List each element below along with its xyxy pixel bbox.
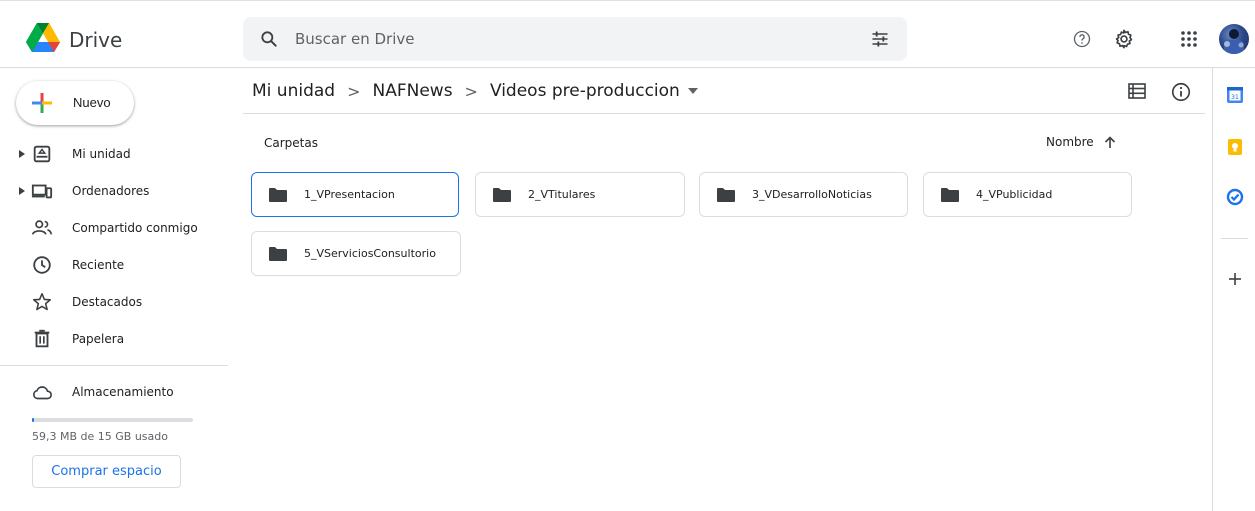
folder-card[interactable]: 1_VPresentacion <box>251 172 459 217</box>
buy-storage-button[interactable]: Comprar espacio <box>32 455 181 488</box>
expand-arrow-icon[interactable] <box>18 149 26 159</box>
breadcrumb-item-nafnews[interactable]: NAFNews <box>372 81 452 101</box>
new-button[interactable]: Nuevo <box>16 81 134 125</box>
folder-icon <box>493 188 511 202</box>
folder-name: 2_VTitulares <box>528 188 596 201</box>
apps-button[interactable] <box>1175 25 1203 53</box>
folder-card[interactable]: 2_VTitulares <box>475 172 685 217</box>
top-bar: Drive <box>0 0 1255 68</box>
sidebar-item-label: Papelera <box>72 331 125 346</box>
folder-icon <box>717 188 735 202</box>
folder-card[interactable]: 4_VPublicidad <box>923 172 1132 217</box>
sidebar-item-label: Compartido conmigo <box>72 220 198 235</box>
sidebar-item-label: Ordenadores <box>72 183 150 198</box>
folder-icon <box>269 247 287 261</box>
star-icon <box>32 292 52 310</box>
section-title-folders: Carpetas <box>264 136 318 150</box>
storage-progress-fill <box>32 418 35 422</box>
storage-usage-text: 59,3 MB de 15 GB usado <box>32 430 168 443</box>
search-input[interactable] <box>295 17 855 61</box>
breadcrumb-item-my-drive[interactable]: Mi unidad <box>252 81 335 101</box>
sidebar-item-label: Reciente <box>72 257 125 272</box>
storage-label: Almacenamiento <box>72 385 174 399</box>
account-avatar[interactable] <box>1219 24 1249 54</box>
breadcrumb: Mi unidad > NAFNews > Videos pre-producc… <box>252 81 698 101</box>
sidebar-item-label: Mi unidad <box>72 146 131 161</box>
folder-name: 1_VPresentacion <box>304 188 395 201</box>
folder-name: 3_VDesarrolloNoticias <box>752 188 872 201</box>
sidebar-divider <box>0 365 228 366</box>
calendar-icon[interactable]: 31 <box>1226 86 1244 104</box>
sort-control[interactable]: Nombre <box>1046 135 1116 149</box>
clock-icon <box>33 255 51 274</box>
info-icon[interactable] <box>1170 81 1192 103</box>
sidebar-item-label: Destacados <box>72 294 143 309</box>
folder-name: 4_VPublicidad <box>976 188 1053 201</box>
main-divider <box>243 113 1205 114</box>
avatar-image <box>1224 29 1244 54</box>
sort-label: Nombre <box>1046 135 1094 149</box>
plus-icon <box>32 93 52 113</box>
shared-icon <box>32 219 52 235</box>
breadcrumb-separator: > <box>347 81 361 101</box>
sidebar-item-my-drive[interactable]: Mi unidad <box>0 135 228 172</box>
sidebar-item-shared[interactable]: Compartido conmigo <box>0 209 228 246</box>
tasks-icon[interactable] <box>1226 188 1244 206</box>
sidebar-item-trash[interactable]: Papelera <box>0 320 228 357</box>
my-drive-icon <box>33 145 51 162</box>
add-addon-icon[interactable] <box>1226 270 1244 288</box>
expand-arrow-icon[interactable] <box>18 186 26 196</box>
gear-icon <box>1115 29 1133 49</box>
cloud-icon <box>33 386 52 400</box>
apps-grid-icon <box>1181 31 1197 47</box>
sidebar-nav: Mi unidad Ordenadores Compartido conmigo… <box>0 135 228 357</box>
sidebar-item-storage[interactable]: Almacenamiento <box>0 374 228 411</box>
keep-icon[interactable] <box>1226 138 1244 156</box>
help-icon <box>1073 30 1091 48</box>
app-name[interactable]: Drive <box>69 28 122 52</box>
svg-text:31: 31 <box>1231 94 1239 101</box>
folder-card[interactable]: 5_VServiciosConsultorio <box>251 231 461 276</box>
search-options-icon[interactable] <box>870 29 890 49</box>
caret-down-icon[interactable] <box>687 88 698 94</box>
help-button[interactable] <box>1068 25 1096 53</box>
computers-icon <box>31 184 53 198</box>
drive-logo-icon[interactable] <box>26 23 60 53</box>
sidebar-item-recent[interactable]: Reciente <box>0 246 228 283</box>
search-icon[interactable] <box>259 29 279 49</box>
arrow-up-icon[interactable] <box>1104 135 1116 149</box>
storage-progress-bar <box>32 418 193 422</box>
rail-divider <box>1221 238 1248 239</box>
folder-name: 5_VServiciosConsultorio <box>304 247 436 260</box>
sidebar-item-starred[interactable]: Destacados <box>0 283 228 320</box>
folder-icon <box>941 188 959 202</box>
list-view-icon[interactable] <box>1127 81 1147 101</box>
side-panel-rail: 31 <box>1212 68 1255 511</box>
folder-card[interactable]: 3_VDesarrolloNoticias <box>699 172 908 217</box>
search-bar[interactable] <box>243 17 907 61</box>
sidebar-item-computers[interactable]: Ordenadores <box>0 172 228 209</box>
breadcrumb-separator: > <box>464 81 478 101</box>
settings-button[interactable] <box>1110 25 1138 53</box>
breadcrumb-item-current[interactable]: Videos pre-produccion <box>490 81 680 101</box>
trash-icon <box>34 329 50 347</box>
folder-icon <box>269 188 287 202</box>
new-button-label: Nuevo <box>73 95 111 110</box>
